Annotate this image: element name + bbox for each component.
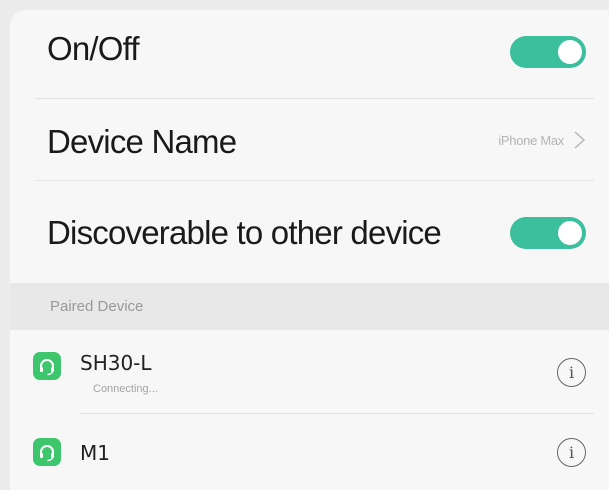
device-status: Connecting... bbox=[93, 383, 158, 395]
headset-icon bbox=[33, 438, 61, 466]
paired-device-item[interactable]: SH30-L Connecting... i bbox=[10, 330, 609, 414]
discoverable-toggle[interactable] bbox=[510, 217, 586, 249]
device-name-row[interactable]: Device Name iPhone Max bbox=[10, 99, 609, 180]
paired-device-header: Paired Device bbox=[10, 283, 609, 330]
toggle-knob bbox=[558, 40, 582, 64]
chevron-right-icon bbox=[574, 131, 586, 149]
paired-device-header-label: Paired Device bbox=[50, 298, 144, 315]
power-toggle[interactable] bbox=[510, 36, 586, 68]
info-icon[interactable]: i bbox=[557, 438, 586, 467]
device-name: SH30-L bbox=[80, 351, 152, 375]
device-name-value-group: iPhone Max bbox=[498, 130, 586, 150]
device-name-label: Device Name bbox=[47, 123, 237, 160]
discoverable-row: Discoverable to other device bbox=[10, 181, 609, 283]
bluetooth-settings-panel: On/Off Device Name iPhone Max Discoverab… bbox=[10, 10, 609, 490]
power-row: On/Off bbox=[10, 10, 609, 98]
device-name: M1 bbox=[80, 441, 110, 465]
headset-icon bbox=[33, 352, 61, 380]
power-label: On/Off bbox=[47, 30, 140, 67]
toggle-knob bbox=[558, 221, 582, 245]
paired-device-item[interactable]: M1 i bbox=[10, 414, 609, 490]
info-icon[interactable]: i bbox=[557, 358, 586, 387]
device-name-value: iPhone Max bbox=[498, 132, 564, 148]
discoverable-label: Discoverable to other device bbox=[47, 214, 442, 251]
